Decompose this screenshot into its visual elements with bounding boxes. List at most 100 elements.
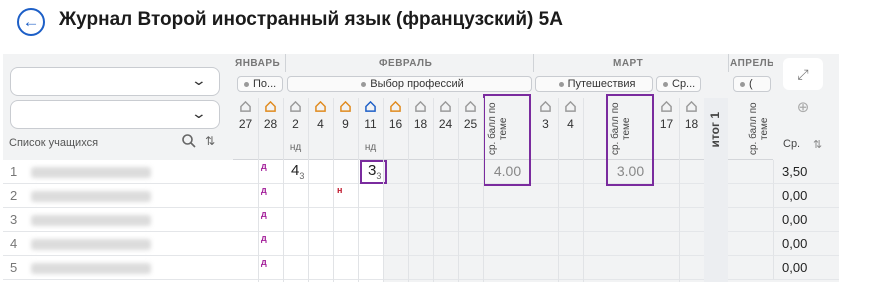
month-march: МАРТ <box>613 58 644 69</box>
zoom-button[interactable]: ⊕ <box>783 92 823 122</box>
date-column-header[interactable]: 2 нд <box>283 98 308 154</box>
student-row[interactable]: 1 <box>3 160 233 184</box>
sort-icon[interactable]: ⇅ <box>205 134 215 148</box>
date-column-header[interactable]: 16 <box>383 98 408 154</box>
averages-panel: ⤢ ⊕ Ср. ⇅ 3,50 0,00 0,00 0,00 0,00 <box>773 54 839 282</box>
lesson-home-icon <box>415 101 426 112</box>
date-label: 18 <box>684 117 699 131</box>
date-column-header[interactable]: 27 <box>233 98 258 154</box>
lesson-home-icon <box>540 101 551 112</box>
lesson-home-icon <box>290 101 301 112</box>
date-label: 25 <box>463 117 478 131</box>
date-column-header[interactable]: 4 <box>558 98 583 154</box>
chevron-down-icon: ⌄ <box>190 72 208 88</box>
student-row[interactable]: 5 <box>3 256 233 280</box>
topic-average-header: ср. балл по теме <box>487 102 509 156</box>
date-label: 4 <box>317 117 324 131</box>
date-label: 24 <box>438 117 453 131</box>
students-list-label: Список учащихся <box>9 137 99 149</box>
lesson-home-icon <box>365 101 376 112</box>
page-title: Журнал Второй иностранный язык (французс… <box>59 9 563 30</box>
chevron-down-icon: ⌄ <box>190 105 208 121</box>
month-april: АПРЕЛЬ <box>730 58 775 69</box>
group-select[interactable]: ⌄ <box>10 100 220 129</box>
average-cell: 0,00 <box>773 256 839 280</box>
student-name-blurred <box>31 191 151 202</box>
student-row[interactable]: 3 <box>3 208 233 232</box>
lesson-type: нд <box>289 142 302 153</box>
date-label: 4 <box>567 117 574 131</box>
lesson-home-icon <box>661 101 672 112</box>
date-label: 17 <box>659 117 674 131</box>
lesson-home-icon <box>686 101 697 112</box>
lesson-home-icon <box>340 101 351 112</box>
month-february: ФЕВРАЛЬ <box>379 58 433 69</box>
student-name-blurred <box>31 215 151 226</box>
date-column-header[interactable]: 18 <box>408 98 433 154</box>
date-column-header[interactable]: 11 нд <box>358 98 383 154</box>
lesson-home-icon <box>440 101 451 112</box>
date-column-header[interactable]: 3 <box>533 98 558 154</box>
search-icon[interactable] <box>181 133 197 149</box>
average-cell: 0,00 <box>773 184 839 208</box>
date-column-header[interactable]: 17 <box>654 98 679 154</box>
lesson-home-icon <box>565 101 576 112</box>
month-january: ЯНВАРЬ <box>235 58 281 69</box>
student-row[interactable]: 4 <box>3 232 233 256</box>
mark-n[interactable]: н <box>337 185 342 195</box>
average-cell: 0,00 <box>773 208 839 232</box>
itog-header: итог 1 <box>708 112 722 148</box>
date-label: 16 <box>388 117 403 131</box>
date-column-header[interactable]: 18 <box>679 98 704 154</box>
student-name-blurred <box>31 239 151 250</box>
expand-icon: ⤢ <box>797 65 809 82</box>
expand-button[interactable]: ⤢ <box>783 58 823 90</box>
mark-d[interactable]: д <box>261 209 267 219</box>
lesson-home-icon <box>465 101 476 112</box>
topic-chip[interactable]: Путешествия <box>535 76 653 92</box>
average-header: Ср. <box>783 138 801 150</box>
mark-d[interactable]: д <box>261 233 267 243</box>
lesson-home-icon <box>240 101 251 112</box>
lesson-home-icon <box>265 101 276 112</box>
date-label: 9 <box>342 117 349 131</box>
date-label: 11 <box>364 117 377 131</box>
topic-chip[interactable]: Выбор профессий <box>287 76 532 92</box>
arrow-left-icon: ← <box>22 12 40 31</box>
date-column-header[interactable]: 25 <box>458 98 483 154</box>
mark-d[interactable]: д <box>261 257 267 267</box>
filter-panel: ⌄ ⌄ Список учащихся ⇅ <box>3 54 233 160</box>
student-name-blurred <box>31 167 151 178</box>
period-select[interactable]: ⌄ <box>10 67 220 96</box>
date-column-header[interactable]: 4 <box>308 98 333 154</box>
date-label: 27 <box>238 117 253 131</box>
date-label: 2 <box>292 117 299 131</box>
lesson-type: нд <box>364 142 377 153</box>
back-button[interactable]: ← <box>17 8 45 36</box>
average-cell: 3,50 <box>773 160 839 184</box>
date-label: 28 <box>263 117 278 131</box>
topic-average-header: ср. балл по теме <box>610 102 632 156</box>
topic-chip[interactable]: ( <box>733 76 771 92</box>
date-column-header[interactable]: 24 <box>433 98 458 154</box>
date-column-header[interactable]: 9 <box>333 98 358 154</box>
student-name-blurred <box>31 263 151 274</box>
page-header: ← Журнал Второй иностранный язык (францу… <box>0 0 881 46</box>
lesson-home-icon <box>390 101 401 112</box>
mark-d[interactable]: д <box>261 185 267 195</box>
zoom-in-icon: ⊕ <box>796 99 810 116</box>
grade-cell[interactable]: 33 <box>368 162 381 181</box>
average-cell: 0,00 <box>773 232 839 256</box>
mark-d[interactable]: д <box>261 161 267 171</box>
topic-chip[interactable]: Ср... <box>656 76 701 92</box>
date-column-header[interactable]: 28 <box>258 98 283 154</box>
lesson-home-icon <box>315 101 326 112</box>
date-label: 3 <box>542 117 549 131</box>
student-row[interactable]: 2 <box>3 184 233 208</box>
topic-average-header: ср. балл по теме <box>748 102 770 156</box>
grade-cell[interactable]: 43 <box>291 162 304 181</box>
date-label: 18 <box>413 117 428 131</box>
topic-chip[interactable]: По... <box>237 76 283 92</box>
sort-icon[interactable]: ⇅ <box>813 138 822 151</box>
journal-grid: ⌄ ⌄ Список учащихся ⇅ 1 2 3 4 5 ЯНВАРЬ Ф… <box>3 54 839 282</box>
